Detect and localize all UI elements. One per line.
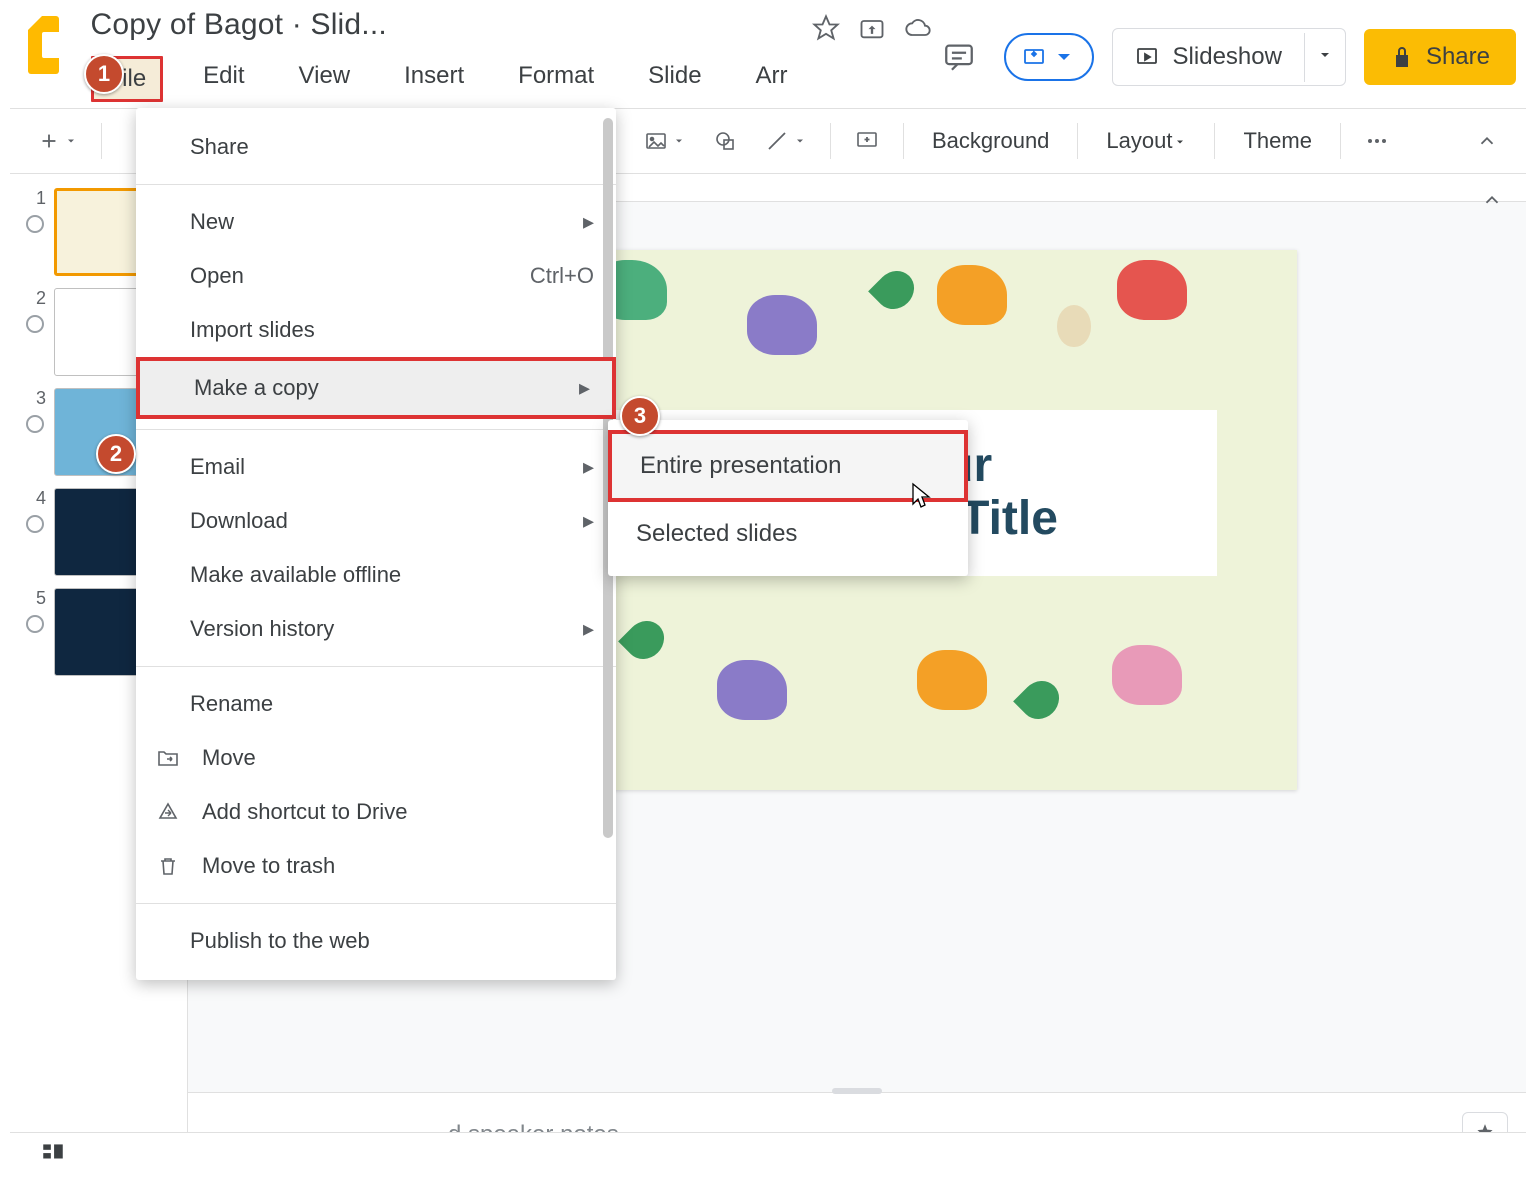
menu-publish[interactable]: Publish to the web <box>136 914 616 968</box>
menu-add-shortcut[interactable]: Add shortcut to Drive <box>136 785 616 839</box>
cloud-icon[interactable] <box>904 14 932 42</box>
image-button[interactable] <box>634 121 695 161</box>
title-block: Copy of Bagot · Slid... File Edit View I… <box>91 8 802 102</box>
menu-move[interactable]: Move <box>136 731 616 785</box>
document-title[interactable]: Copy of Bagot · Slid... <box>91 8 802 42</box>
more-icon[interactable] <box>1355 121 1399 161</box>
cursor-icon <box>910 482 934 517</box>
chevron-up-icon[interactable] <box>1472 180 1512 220</box>
annotation-badge-3: 3 <box>620 396 660 436</box>
notes-resize-handle[interactable] <box>832 1088 882 1094</box>
menu-offline[interactable]: Make available offline <box>136 548 616 602</box>
annotation-badge-1: 1 <box>84 54 124 94</box>
line-button[interactable] <box>755 121 816 161</box>
link-icon <box>22 611 47 636</box>
menubar: File Edit View Insert Format Slide Arr <box>91 56 802 102</box>
bottom-bar <box>10 1132 1526 1176</box>
menu-version-history[interactable]: Version history▸ <box>136 602 616 656</box>
grid-view-icon[interactable] <box>40 1139 66 1170</box>
header: Copy of Bagot · Slid... File Edit View I… <box>10 0 1526 108</box>
slideshow-button[interactable]: Slideshow <box>1112 28 1346 86</box>
menu-rename[interactable]: Rename <box>136 677 616 731</box>
menu-email[interactable]: Email▸ <box>136 440 616 494</box>
collapse-toolbar-icon[interactable] <box>1466 122 1508 160</box>
drive-shortcut-icon <box>156 800 186 824</box>
menu-new[interactable]: New▸ <box>136 195 616 249</box>
slides-logo-icon <box>28 16 59 74</box>
link-icon <box>22 311 47 336</box>
menu-download[interactable]: Download▸ <box>136 494 616 548</box>
menu-format[interactable]: Format <box>504 56 608 102</box>
header-right: Slideshow Share <box>932 28 1516 86</box>
comment-button[interactable] <box>845 121 889 161</box>
menu-view[interactable]: View <box>285 56 365 102</box>
menu-open[interactable]: OpenCtrl+O <box>136 249 616 303</box>
share-button[interactable]: Share <box>1364 29 1516 85</box>
link-icon <box>22 411 47 436</box>
present-button[interactable] <box>1004 33 1094 81</box>
menu-move-to-trash[interactable]: Move to trash <box>136 839 616 893</box>
menu-insert[interactable]: Insert <box>390 56 478 102</box>
annotation-badge-2: 2 <box>96 434 136 474</box>
move-to-drive-icon[interactable] <box>858 14 886 42</box>
file-menu-popup: Share New▸ OpenCtrl+O Import slides Make… <box>136 108 616 980</box>
layout-button[interactable]: Layout <box>1092 120 1200 162</box>
share-label: Share <box>1426 43 1490 71</box>
comments-icon[interactable] <box>932 30 986 84</box>
slideshow-label: Slideshow <box>1173 43 1282 71</box>
shape-button[interactable] <box>703 121 747 161</box>
menu-share[interactable]: Share <box>136 120 616 174</box>
menu-arrange[interactable]: Arr <box>742 56 802 102</box>
menu-edit[interactable]: Edit <box>189 56 258 102</box>
trash-icon <box>156 854 186 878</box>
new-slide-button[interactable] <box>28 122 87 160</box>
menu-slide[interactable]: Slide <box>634 56 715 102</box>
menu-import-slides[interactable]: Import slides <box>136 303 616 357</box>
slideshow-dropdown[interactable] <box>1304 33 1345 82</box>
link-icon <box>22 511 47 536</box>
folder-move-icon <box>156 746 186 770</box>
theme-button[interactable]: Theme <box>1229 120 1325 162</box>
title-icons <box>812 14 932 42</box>
star-icon[interactable] <box>812 14 840 42</box>
menu-make-a-copy[interactable]: Make a copy▸ <box>136 357 616 419</box>
link-icon <box>22 211 47 236</box>
background-button[interactable]: Background <box>918 120 1063 162</box>
